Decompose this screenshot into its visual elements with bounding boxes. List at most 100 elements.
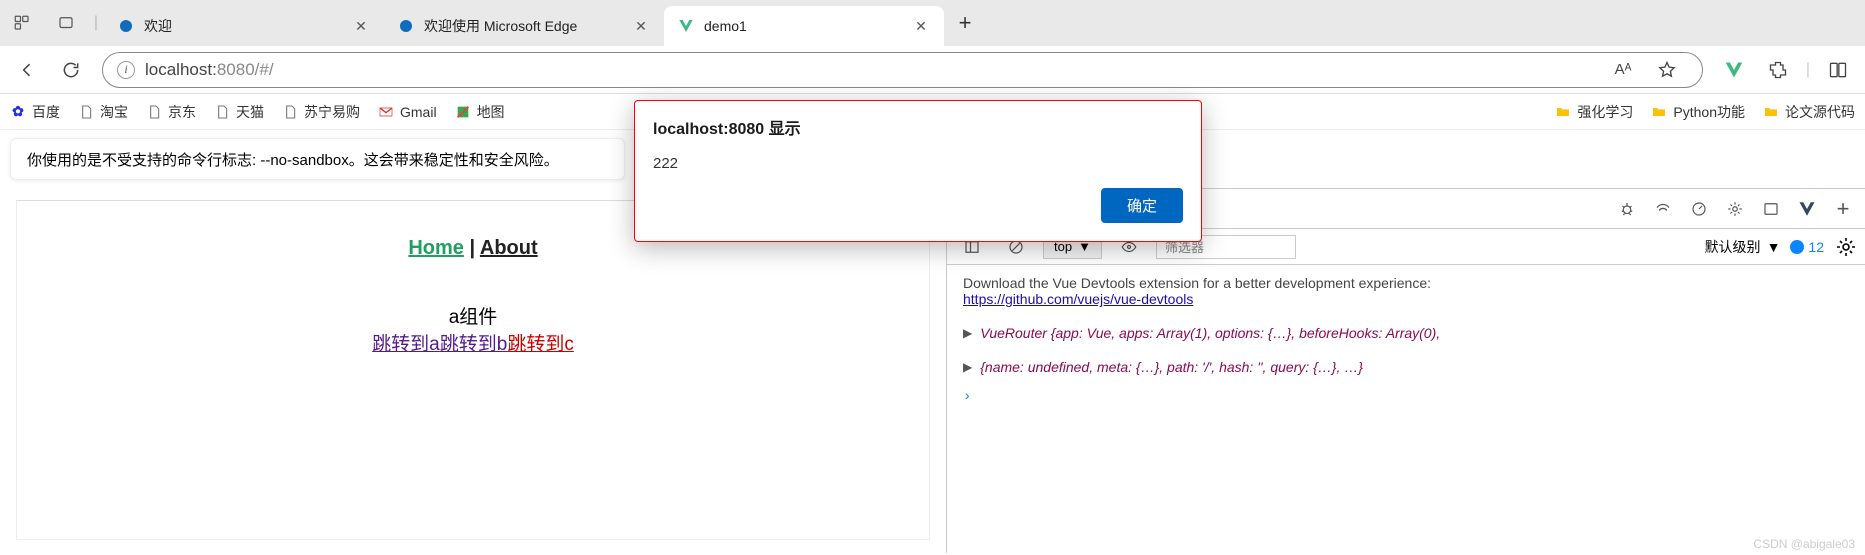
links-row: 跳转到a跳转到b跳转到c: [17, 329, 929, 356]
warning-text: 你使用的是不受支持的命令行标志: --no-sandbox。这会带来稳定性和安全…: [27, 149, 559, 170]
bookmark-baidu[interactable]: ✿ 百度: [10, 102, 60, 122]
chevron-down-icon: ▼: [1767, 239, 1781, 255]
split-screen-icon[interactable]: [1817, 49, 1859, 91]
bookmark-label: 天猫: [236, 102, 264, 122]
issues-count: 12: [1808, 239, 1824, 255]
bookmark-label: 强化学习: [1577, 102, 1633, 122]
folder-icon: [1651, 104, 1667, 120]
issues-dot-icon: [1790, 240, 1804, 254]
bookmark-folder-rl[interactable]: 强化学习: [1555, 102, 1633, 122]
expand-arrow-icon[interactable]: ▶: [963, 326, 972, 340]
read-aloud-icon[interactable]: Aᴬ: [1602, 49, 1644, 91]
close-icon[interactable]: ✕: [352, 17, 370, 35]
bookmark-label: 百度: [32, 102, 60, 122]
devtools-link[interactable]: https://github.com/vuejs/vue-devtools: [963, 291, 1193, 307]
address-bar[interactable]: i localhost:8080/#/ Aᴬ: [102, 52, 1703, 88]
link-c[interactable]: 跳转到c: [507, 334, 574, 355]
watermark: CSDN @abigale03: [1753, 537, 1855, 551]
level-label: 默认级别: [1705, 237, 1761, 257]
bookmark-maps[interactable]: 地图: [455, 102, 505, 122]
close-icon[interactable]: ✕: [632, 17, 650, 35]
tab-label: 欢迎: [144, 16, 172, 36]
page-content: Home | About a组件 跳转到a跳转到b跳转到c: [16, 200, 930, 540]
folder-icon: [1763, 104, 1779, 120]
url-text: localhost:8080/#/: [145, 60, 274, 80]
divider: |: [1801, 49, 1815, 91]
devtools-panel: 控制台 + top▼ 筛选器 默认级别▼ 12 Download the Vue…: [946, 188, 1865, 553]
page-icon: [214, 104, 230, 120]
vue-icon[interactable]: [1790, 192, 1824, 226]
workspaces-icon[interactable]: [0, 0, 44, 46]
close-icon[interactable]: ✕: [912, 17, 930, 35]
bookmark-gmail[interactable]: Gmail: [378, 104, 437, 120]
component-title: a组件: [17, 302, 929, 329]
log-level-selector[interactable]: 默认级别 ▼: [1705, 237, 1781, 257]
back-button[interactable]: [6, 49, 48, 91]
console-object-row[interactable]: ▶ {name: undefined, meta: {…}, path: '/',…: [963, 359, 1850, 375]
tab-edge-welcome[interactable]: 欢迎使用 Microsoft Edge ✕: [384, 6, 664, 46]
sandbox-warning: 你使用的是不受支持的命令行标志: --no-sandbox。这会带来稳定性和安全…: [10, 138, 625, 180]
page-icon: [78, 104, 94, 120]
baidu-icon: ✿: [10, 104, 26, 120]
folder-icon: [1555, 104, 1571, 120]
home-link[interactable]: Home: [408, 237, 464, 259]
favorite-icon[interactable]: [1646, 49, 1688, 91]
tab-demo1[interactable]: demo1 ✕: [664, 6, 944, 46]
console-settings-icon[interactable]: [1834, 235, 1858, 259]
bookmark-suning[interactable]: 苏宁易购: [282, 102, 360, 122]
tab-label: demo1: [704, 18, 747, 34]
maps-icon: [455, 104, 471, 120]
alert-title: localhost:8080 显示: [635, 101, 1201, 139]
window-titlebar: | 欢迎 ✕ 欢迎使用 Microsoft Edge ✕ demo1 ✕ +: [0, 0, 1865, 46]
vue-devtools-icon[interactable]: [1713, 49, 1755, 91]
page-icon: [282, 104, 298, 120]
console-prompt[interactable]: ›: [963, 389, 1850, 405]
network-icon[interactable]: [1646, 192, 1680, 226]
vue-icon: [678, 18, 694, 34]
object-preview: VueRouter {app: Vue, apps: Array(1), opt…: [980, 325, 1440, 341]
new-tab-button[interactable]: +: [950, 8, 980, 38]
tab-actions-icon[interactable]: [44, 0, 88, 46]
console-message: Download the Vue Devtools extension for …: [963, 275, 1850, 291]
extensions-icon[interactable]: [1757, 49, 1799, 91]
bookmark-label: Python功能: [1673, 102, 1745, 122]
bookmark-folder-paper[interactable]: 论文源代码: [1763, 102, 1855, 122]
site-info-icon[interactable]: i: [117, 61, 135, 79]
bookmark-tmall[interactable]: 天猫: [214, 102, 264, 122]
edge-icon: [118, 18, 134, 34]
bookmark-jd[interactable]: 京东: [146, 102, 196, 122]
tab-label: 欢迎使用 Microsoft Edge: [424, 16, 577, 36]
bug-icon[interactable]: [1610, 192, 1644, 226]
gmail-icon: [378, 104, 394, 120]
divider: |: [88, 0, 104, 46]
link-a[interactable]: 跳转到a: [372, 334, 440, 355]
object-preview: {name: undefined, meta: {…}, path: '/', …: [980, 359, 1363, 375]
bookmark-taobao[interactable]: 淘宝: [78, 102, 128, 122]
tab-welcome[interactable]: 欢迎 ✕: [104, 6, 384, 46]
issues-badge[interactable]: 12: [1790, 239, 1824, 255]
about-link[interactable]: About: [480, 237, 538, 259]
refresh-button[interactable]: [50, 49, 92, 91]
settings-icon[interactable]: [1718, 192, 1752, 226]
edge-icon: [398, 18, 414, 34]
link-b[interactable]: 跳转到b: [440, 334, 508, 355]
bookmark-label: 地图: [477, 102, 505, 122]
js-alert-dialog: localhost:8080 显示 222 确定: [634, 100, 1202, 242]
bookmark-label: 淘宝: [100, 102, 128, 122]
bookmark-label: 苏宁易购: [304, 102, 360, 122]
dock-icon[interactable]: [1754, 192, 1788, 226]
performance-icon[interactable]: [1682, 192, 1716, 226]
alert-message: 222: [635, 139, 1201, 188]
expand-arrow-icon[interactable]: ▶: [963, 360, 972, 374]
bookmark-label: Gmail: [400, 104, 437, 120]
bookmark-label: 论文源代码: [1785, 102, 1855, 122]
plus-icon[interactable]: +: [1826, 192, 1860, 226]
browser-toolbar: i localhost:8080/#/ Aᴬ |: [0, 46, 1865, 94]
bookmark-folder-python[interactable]: Python功能: [1651, 102, 1745, 122]
bookmark-label: 京东: [168, 102, 196, 122]
console-object-row[interactable]: ▶ VueRouter {app: Vue, apps: Array(1), op…: [963, 325, 1850, 341]
nav-separator: |: [464, 237, 480, 259]
alert-ok-button[interactable]: 确定: [1101, 188, 1183, 223]
console-output: Download the Vue Devtools extension for …: [947, 265, 1865, 415]
page-icon: [146, 104, 162, 120]
